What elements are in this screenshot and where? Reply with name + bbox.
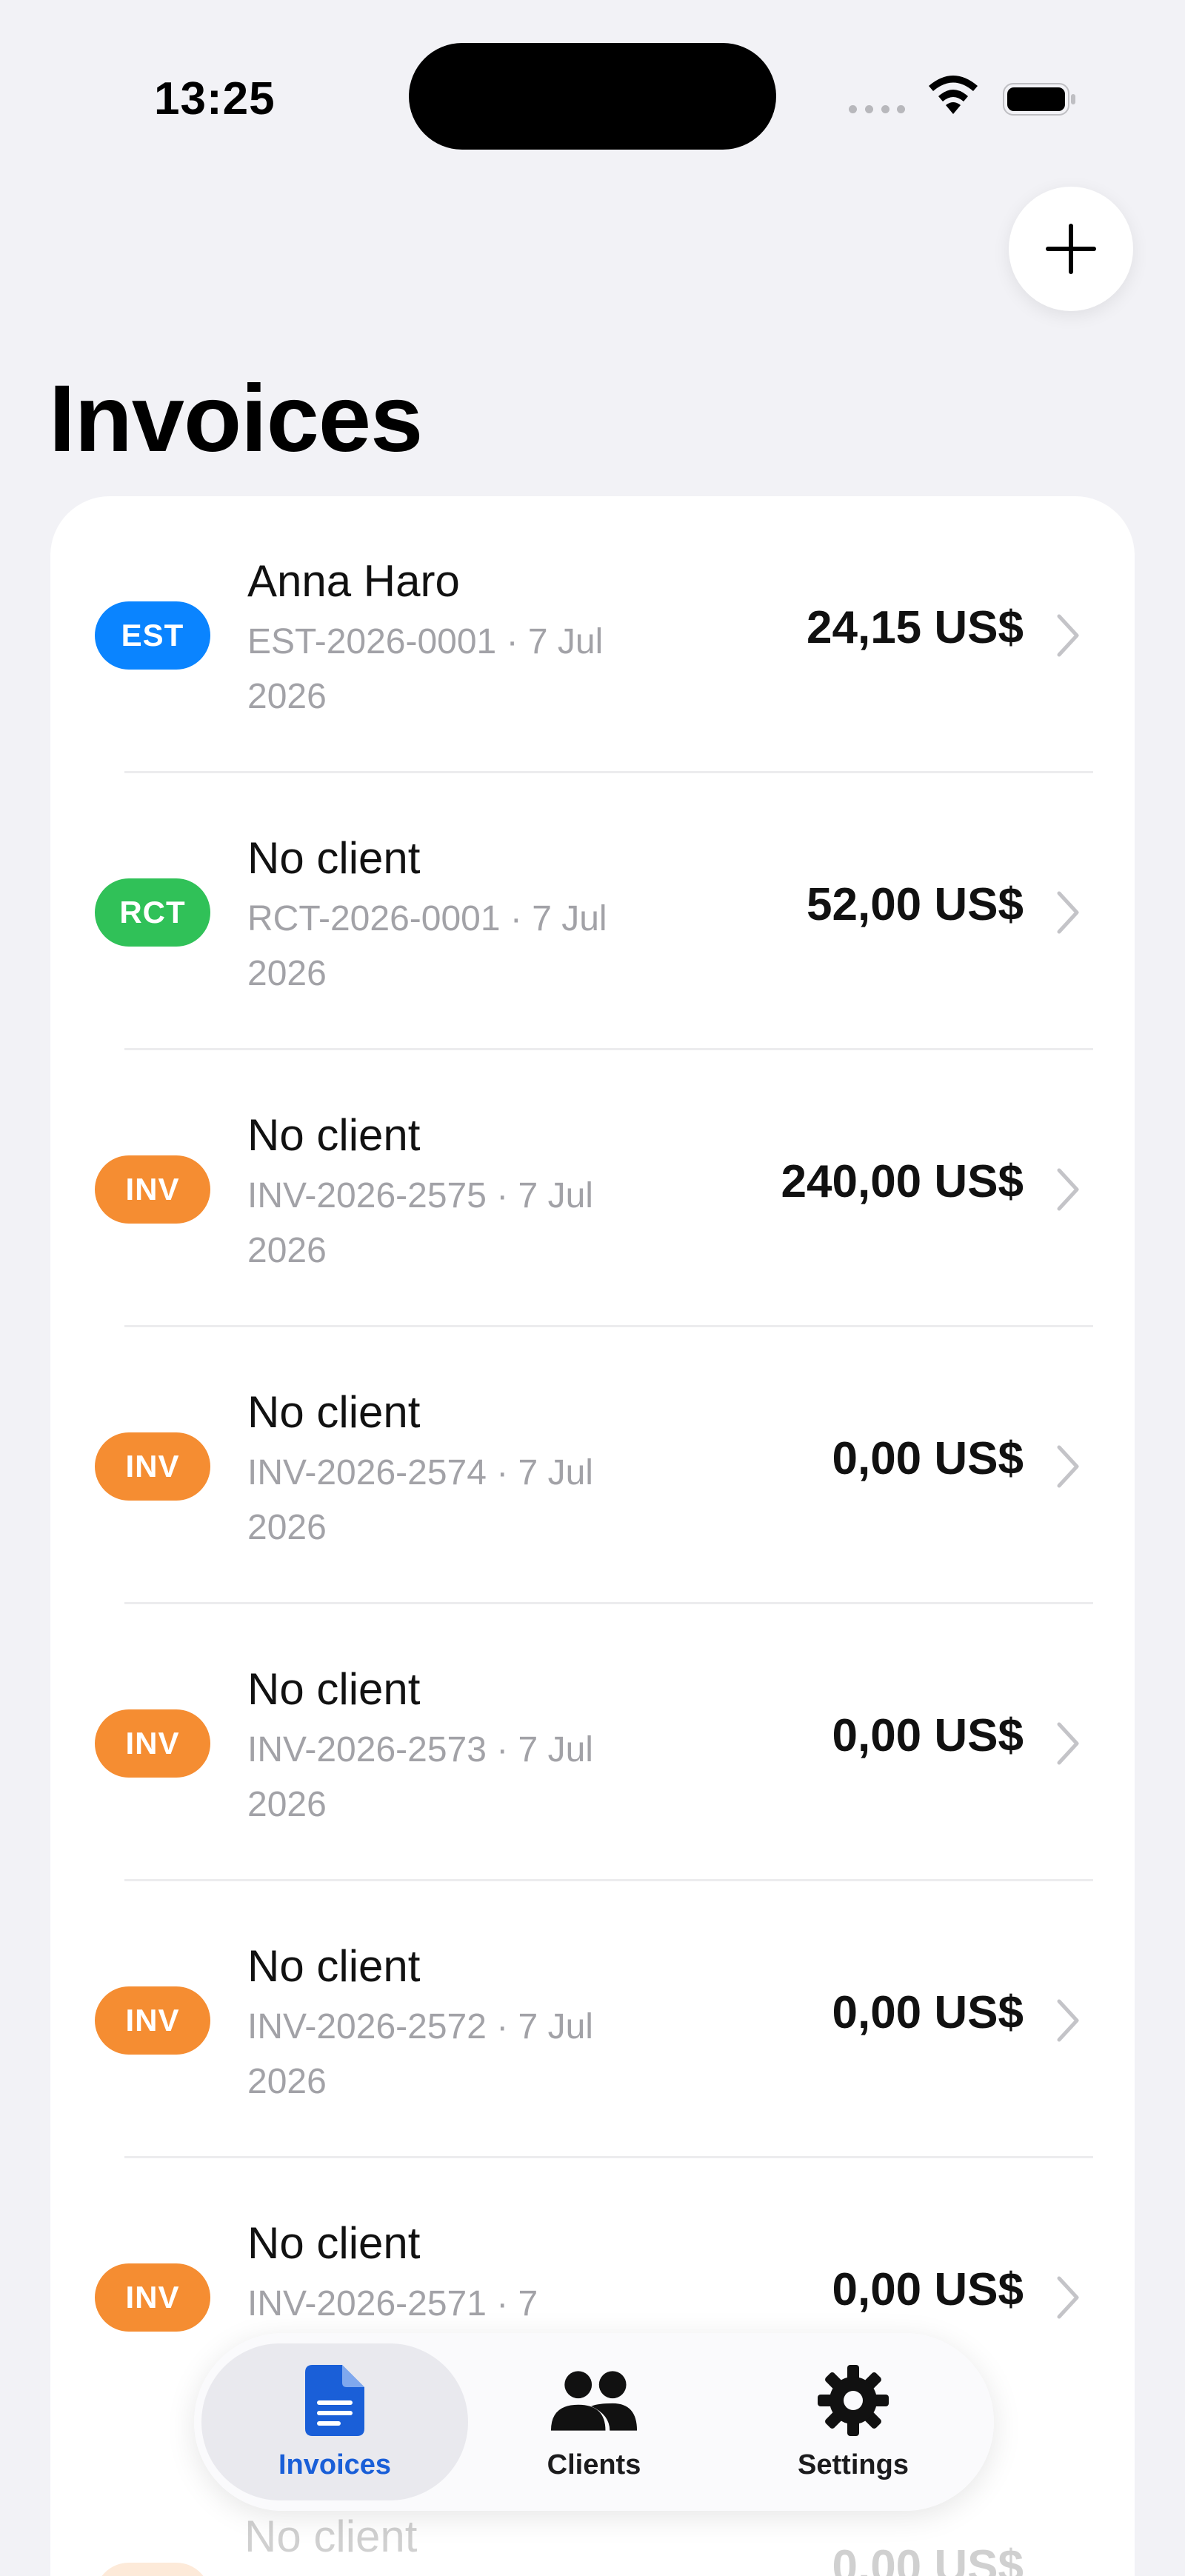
client-name: No client (247, 833, 421, 883)
chevron-right-icon (1057, 2276, 1079, 2319)
tab-clients[interactable]: Clients (461, 2343, 727, 2500)
invoice-row-inv-2026-2575[interactable]: INV No client INV-2026-2575 · 7 Jul 2026… (50, 1050, 1135, 1327)
document-number-date: RCT-2026-0001 · 7 Jul 2026 (247, 899, 607, 993)
document-number-date: INV-2026-2574 · 7 Jul 2026 (247, 1453, 593, 1547)
cellular-signal-icon (849, 105, 905, 116)
amount: 0,00 US$ (832, 1987, 1024, 2038)
dynamic-island (409, 43, 776, 150)
status-time: 13:25 (154, 73, 276, 124)
client-name: Anna Haro (247, 556, 460, 606)
invoice-badge: INV (95, 1155, 210, 1224)
document-number-date: INV-2026-2571 · 7 (247, 2284, 538, 2323)
amount: 24,15 US$ (807, 602, 1024, 653)
amount: 0,00 US$ (832, 1433, 1024, 1484)
chevron-right-icon (1057, 1722, 1079, 1765)
invoice-badge (95, 2563, 210, 2576)
tab-invoices[interactable]: Invoices (201, 2343, 468, 2500)
invoice-row-inv-2026-2572[interactable]: INV No client INV-2026-2572 · 7 Jul 2026… (50, 1881, 1135, 2158)
invoice-row-inv-2026-2573[interactable]: INV No client INV-2026-2573 · 7 Jul 2026… (50, 1604, 1135, 1881)
add-invoice-button[interactable] (1009, 187, 1133, 311)
client-name: No client (247, 1941, 421, 1991)
document-icon (305, 2364, 364, 2436)
people-icon (550, 2370, 638, 2431)
document-number-date: EST-2026-0001 · 7 Jul 2026 (247, 622, 604, 716)
amount: 0,00 US$ (832, 2541, 1024, 2576)
chevron-right-icon (1057, 1999, 1079, 2042)
invoice-list: EST Anna Haro EST-2026-0001 · 7 Jul 2026… (50, 496, 1135, 2576)
invoice-badge: INV (95, 1709, 210, 1778)
receipt-badge: RCT (95, 878, 210, 947)
invoice-badge: INV (95, 1986, 210, 2055)
document-number-date: INV-2026-2572 · 7 Jul 2026 (247, 2007, 593, 2101)
tab-label: Invoices (278, 2449, 392, 2480)
invoice-row-est-2026-0001[interactable]: EST Anna Haro EST-2026-0001 · 7 Jul 2026… (50, 496, 1135, 773)
client-name: No client (247, 1110, 421, 1160)
chevron-right-icon (1057, 891, 1079, 934)
document-number-date: INV-2026-2575 · 7 Jul 2026 (247, 1176, 593, 1270)
gear-icon (818, 2364, 889, 2436)
page-title: Invoices (49, 366, 423, 472)
amount: 0,00 US$ (832, 2264, 1024, 2315)
invoice-badge: INV (95, 1432, 210, 1501)
invoice-badge: INV (95, 2263, 210, 2332)
estimate-badge: EST (95, 601, 210, 670)
client-name: No client (247, 1664, 421, 1714)
invoice-row-rct-2026-0001[interactable]: RCT No client RCT-2026-0001 · 7 Jul 2026… (50, 773, 1135, 1050)
chevron-right-icon (1057, 614, 1079, 657)
tab-label: Settings (798, 2449, 909, 2480)
tab-settings[interactable]: Settings (720, 2343, 987, 2500)
wifi-icon (929, 76, 978, 114)
client-name: No client (247, 1387, 421, 1437)
invoice-row-inv-2026-2574[interactable]: INV No client INV-2026-2574 · 7 Jul 2026… (50, 1327, 1135, 1604)
tab-bar: Invoices Clients Settings (194, 2333, 994, 2511)
battery-icon (1003, 83, 1075, 116)
client-name: No client (244, 2512, 418, 2561)
chevron-right-icon (1057, 1168, 1079, 1211)
plus-icon (1046, 224, 1096, 274)
amount: 52,00 US$ (807, 879, 1024, 930)
client-name: No client (247, 2218, 421, 2268)
amount: 0,00 US$ (832, 1710, 1024, 1761)
invoice-row-peek[interactable]: No client 0,00 US$ (0, 2511, 1185, 2576)
document-number-date: INV-2026-2573 · 7 Jul 2026 (247, 1730, 593, 1824)
chevron-right-icon (1057, 1445, 1079, 1488)
amount: 240,00 US$ (781, 1156, 1024, 1207)
tab-label: Clients (547, 2449, 641, 2480)
